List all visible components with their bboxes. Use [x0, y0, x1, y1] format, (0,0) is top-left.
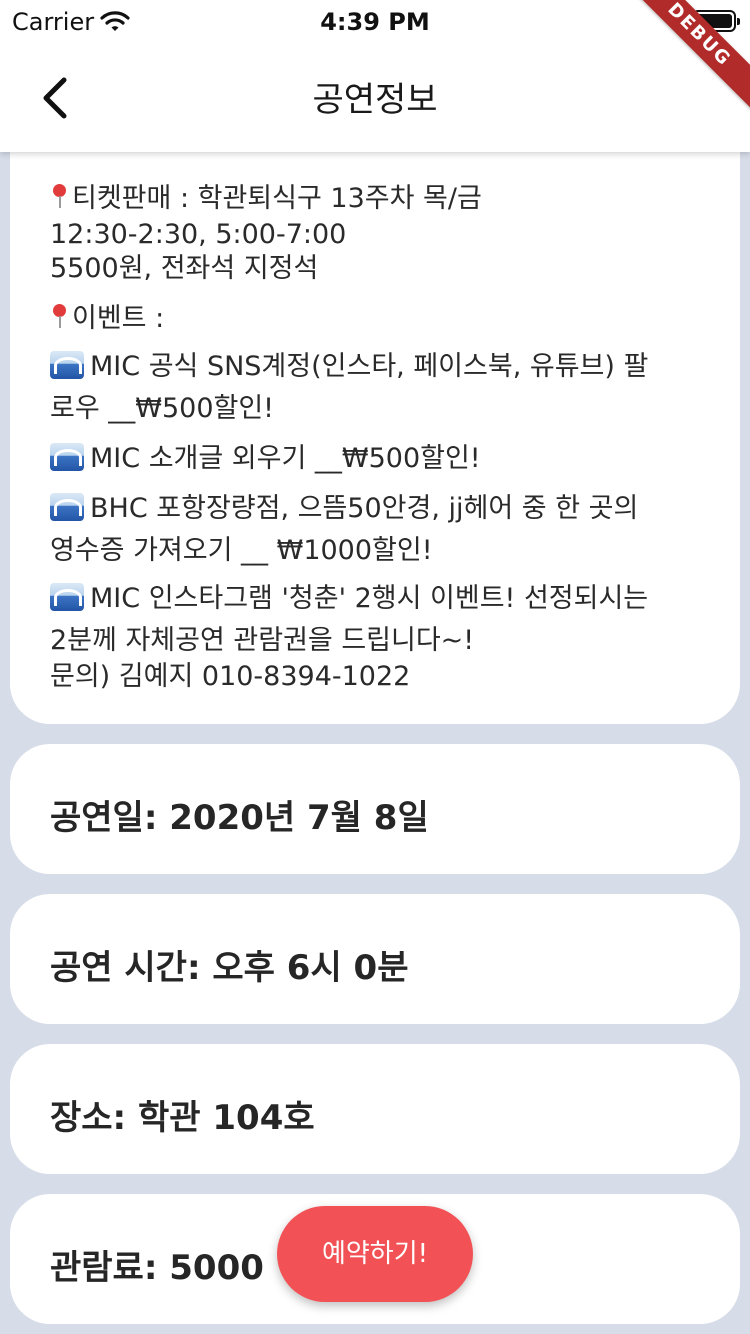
ticket-time-line: 12:30-2:30, 5:00-7:00: [50, 219, 347, 250]
event-poem-line-cont: 2분께 자체공연 관람권을 드립니다~!: [50, 625, 475, 656]
page-title: 공연정보: [312, 80, 438, 120]
event-poem-text: MIC 인스타그램 '청춘' 2행시 이벤트! 선정되시는: [90, 583, 649, 614]
event-receipt-text: BHC 포항장량점, 으뜸50안경, jj헤어 중 한 곳의: [90, 493, 639, 524]
place-card: 장소: 학관 104호: [10, 1044, 740, 1174]
event-sns-line: MIC 공식 SNS계정(인스타, 페이스북, 유튜브) 팔: [50, 350, 648, 384]
date-text: 공연일: 2020년 7월 8일: [50, 798, 429, 838]
event-intro-line: MIC 소개글 외우기 __₩500할인!: [50, 442, 481, 476]
screen: 티켓판매 : 학관퇴식구 13주차 목/금 12:30-2:30, 5:00-7…: [0, 0, 750, 1334]
event-intro-text: MIC 소개글 외우기 __₩500할인!: [90, 443, 481, 474]
reserve-button[interactable]: 예약하기!: [277, 1206, 473, 1302]
description-card: 티켓판매 : 학관퇴식구 13주차 목/금 12:30-2:30, 5:00-7…: [10, 60, 740, 724]
event-receipt-line-cont: 영수증 가져오기 __ ₩1000할인!: [50, 535, 433, 566]
wave-icon: [50, 351, 84, 379]
pin-icon: [50, 304, 70, 330]
ticket-sale-text: 티켓판매 : 학관퇴식구 13주차 목/금: [72, 183, 482, 214]
wave-icon: [50, 583, 84, 611]
scroll-content[interactable]: 티켓판매 : 학관퇴식구 13주차 목/금 12:30-2:30, 5:00-7…: [0, 0, 750, 1334]
time-text: 공연 시간: 오후 6시 0분: [50, 948, 409, 988]
event-poem-line: MIC 인스타그램 '청춘' 2행시 이벤트! 선정되시는: [50, 582, 648, 616]
app-bar: Carrier 4:39 PM 공연정보 DEBUG: [0, 0, 750, 152]
event-heading-text: 이벤트 :: [72, 303, 165, 334]
fee-text: 관람료: 5000: [50, 1248, 264, 1288]
event-sns-text: MIC 공식 SNS계정(인스타, 페이스북, 유튜브) 팔: [90, 351, 649, 382]
pin-icon: [50, 184, 70, 210]
ticket-price-line: 5500원, 전좌석 지정석: [50, 253, 319, 284]
time-card: 공연 시간: 오후 6시 0분: [10, 894, 740, 1024]
ticket-sale-line: 티켓판매 : 학관퇴식구 13주차 목/금: [50, 182, 482, 216]
event-sns-line-cont: 로우 __₩500할인!: [50, 393, 274, 424]
wave-icon: [50, 493, 84, 521]
contact-line: 문의) 김예지 010-8394-1022: [50, 661, 411, 692]
date-card: 공연일: 2020년 7월 8일: [10, 744, 740, 874]
event-receipt-line: BHC 포항장량점, 으뜸50안경, jj헤어 중 한 곳의: [50, 492, 638, 526]
place-text: 장소: 학관 104호: [50, 1098, 315, 1138]
status-time: 4:39 PM: [320, 8, 430, 36]
wave-icon: [50, 443, 84, 471]
event-heading-line: 이벤트 :: [50, 302, 164, 336]
